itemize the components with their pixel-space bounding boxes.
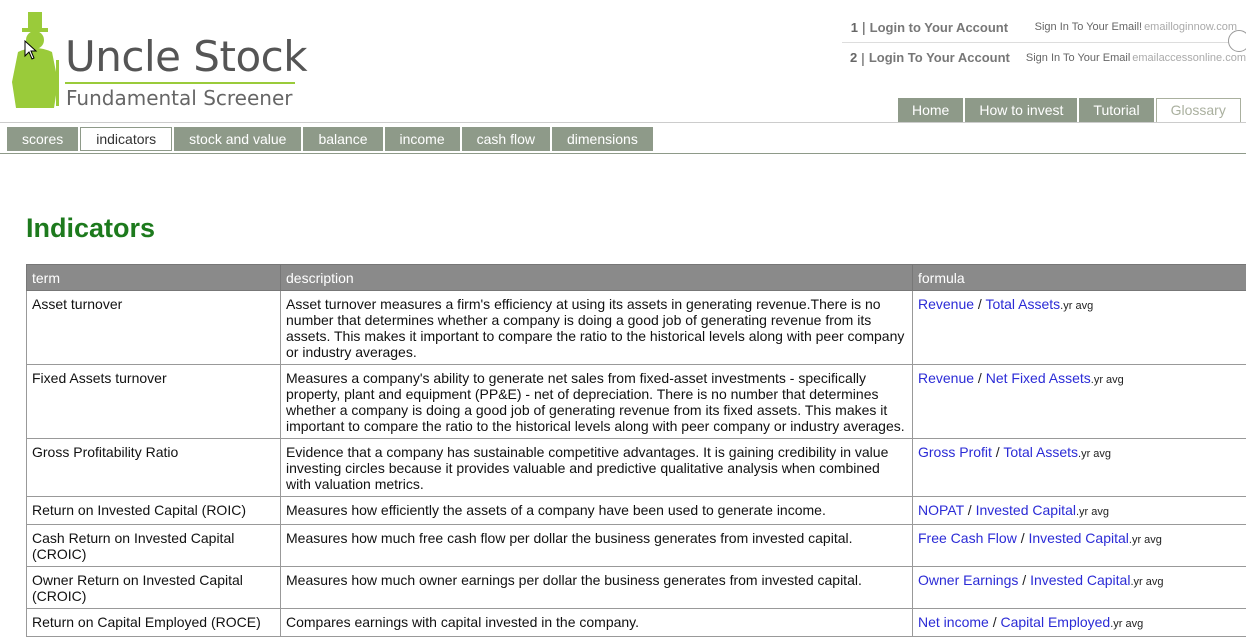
- ad-divider: |: [861, 49, 865, 66]
- ad-url[interactable]: emailaccessonline.com: [1132, 52, 1246, 64]
- page: Uncle Stock Fundamental Screener 1 | Log…: [0, 0, 1246, 644]
- formula-numerator-link[interactable]: Gross Profit: [918, 444, 992, 460]
- ad-number: 1: [850, 19, 858, 35]
- column-header-description: description: [280, 264, 913, 291]
- sub-tab-indicators[interactable]: indicators: [80, 127, 173, 151]
- formula-operator: /: [991, 444, 1004, 460]
- mouse-cursor-icon: [24, 40, 38, 60]
- description-cell: Measures how much free cash flow per dol…: [280, 524, 913, 567]
- formula-operator: /: [1016, 530, 1029, 546]
- formula-operator: /: [974, 370, 986, 386]
- formula-numerator-link[interactable]: Revenue: [918, 296, 974, 312]
- term-cell: Owner Return on Invested Capital (CROIC): [26, 566, 281, 609]
- ad-divider: |: [862, 19, 866, 35]
- formula-numerator-link[interactable]: Free Cash Flow: [918, 530, 1017, 546]
- ad-choices-icon[interactable]: [1228, 30, 1246, 52]
- column-header-formula: formula: [912, 264, 1246, 291]
- column-header-term: term: [26, 264, 281, 291]
- formula-denominator-link[interactable]: Invested Capital: [1028, 530, 1128, 546]
- ad-link[interactable]: Login to Your Account: [870, 20, 1023, 35]
- formula-suffix: .yr avg: [1075, 506, 1109, 518]
- top-hat-gentleman-icon: [12, 12, 59, 108]
- sub-tab-cash-flow[interactable]: cash flow: [461, 127, 550, 151]
- description-cell: Evidence that a company has sustainable …: [280, 438, 913, 497]
- site-logo[interactable]: Uncle Stock Fundamental Screener: [8, 10, 308, 110]
- table-row: Gross Profitability Ratio Evidence that …: [26, 438, 1246, 497]
- formula-cell: Free Cash Flow / Invested Capital.yr avg: [912, 524, 1246, 567]
- page-title: Indicators: [26, 213, 156, 243]
- description-cell: Measures a company's ability to generate…: [280, 364, 913, 439]
- formula-operator: /: [963, 502, 976, 518]
- sub-tab-dimensions[interactable]: dimensions: [552, 127, 653, 151]
- formula-denominator-link[interactable]: Total Assets: [985, 296, 1060, 312]
- logo-title: Uncle Stock: [65, 32, 308, 81]
- ad-link[interactable]: Login To Your Account: [869, 50, 1014, 65]
- formula-cell: Revenue / Total Assets.yr avg: [912, 290, 1246, 365]
- term-cell: Gross Profitability Ratio: [26, 438, 281, 497]
- term-cell: Asset turnover: [26, 290, 281, 365]
- sub-nav-divider: [0, 153, 1246, 154]
- logo-subtitle: Fundamental Screener: [66, 86, 293, 110]
- term-cell: Return on Capital Employed (ROCE): [26, 608, 281, 637]
- formula-suffix: .yr avg: [1090, 374, 1124, 386]
- description-cell: Measures how efficiently the assets of a…: [280, 496, 913, 525]
- ad-description: Sign In To Your Email: [1025, 51, 1131, 64]
- main-tab-how-to-invest[interactable]: How to invest: [965, 98, 1078, 122]
- description-cell: Compares earnings with capital invested …: [280, 608, 913, 637]
- formula-numerator-link[interactable]: Net income: [918, 614, 989, 630]
- formula-numerator-link[interactable]: NOPAT: [918, 502, 964, 518]
- formula-denominator-link[interactable]: Net Fixed Assets: [986, 370, 1091, 386]
- formula-denominator-link[interactable]: Invested Capital: [1030, 572, 1130, 588]
- table-row: Asset turnover Asset turnover measures a…: [26, 290, 1246, 365]
- table-row: Return on Invested Capital (ROIC) Measur…: [26, 496, 1246, 525]
- formula-numerator-link[interactable]: Revenue: [918, 370, 974, 386]
- formula-cell: Net income / Capital Employed.yr avg: [912, 608, 1246, 637]
- formula-numerator-link[interactable]: Owner Earnings: [918, 572, 1018, 588]
- formula-cell: Gross Profit / Total Assets.yr avg: [912, 438, 1246, 497]
- table-header-row: term description formula: [26, 264, 1246, 291]
- description-cell: Asset turnover measures a firm's efficie…: [280, 290, 913, 365]
- table-row: Return on Capital Employed (ROCE) Compar…: [26, 608, 1246, 637]
- description-cell: Measures how much owner earnings per dol…: [280, 566, 913, 609]
- formula-operator: /: [974, 296, 986, 312]
- sub-tab-scores[interactable]: scores: [7, 127, 79, 151]
- formula-denominator-link[interactable]: Total Assets: [1003, 444, 1078, 460]
- sub-tab-income[interactable]: income: [384, 127, 460, 151]
- indicators-table: term description formula Asset turnover …: [26, 264, 1246, 637]
- formula-denominator-link[interactable]: Capital Employed: [1000, 614, 1110, 630]
- ad-url[interactable]: emailloginnow.com: [1144, 21, 1237, 33]
- formula-suffix: .yr avg: [1110, 618, 1144, 630]
- main-tab-tutorial[interactable]: Tutorial: [1079, 98, 1154, 122]
- ad-row[interactable]: 1 | Login to Your Account Sign In To You…: [842, 12, 1246, 42]
- formula-operator: /: [1018, 572, 1031, 588]
- sponsored-links: 1 | Login to Your Account Sign In To You…: [842, 12, 1246, 72]
- formula-suffix: .yr avg: [1128, 534, 1162, 546]
- main-tab-glossary[interactable]: Glossary: [1155, 98, 1241, 122]
- sub-tab-balance[interactable]: balance: [303, 127, 383, 151]
- formula-operator: /: [988, 614, 1001, 630]
- logo-underline: [65, 82, 295, 84]
- main-nav-divider: [0, 122, 1246, 123]
- sub-tab-stock-and-value[interactable]: stock and value: [174, 127, 302, 151]
- table-row: Fixed Assets turnover Measures a company…: [26, 364, 1246, 439]
- ad-row[interactable]: 2 | Login To Your Account Sign In To You…: [842, 42, 1246, 72]
- term-cell: Fixed Assets turnover: [26, 364, 281, 439]
- term-cell: Return on Invested Capital (ROIC): [26, 496, 281, 525]
- ad-description: Sign In To Your Email!: [1034, 21, 1143, 33]
- formula-cell: NOPAT / Invested Capital.yr avg: [912, 496, 1246, 525]
- glossary-sub-nav: scores indicators stock and value balanc…: [7, 127, 655, 151]
- formula-cell: Owner Earnings / Invested Capital.yr avg: [912, 566, 1246, 609]
- formula-suffix: .yr avg: [1060, 300, 1094, 312]
- term-cell: Cash Return on Invested Capital (CROIC): [26, 524, 281, 567]
- table-row: Cash Return on Invested Capital (CROIC) …: [26, 524, 1246, 567]
- formula-suffix: .yr avg: [1130, 576, 1164, 588]
- ad-number: 2: [849, 50, 858, 65]
- formula-denominator-link[interactable]: Invested Capital: [976, 502, 1076, 518]
- table-row: Owner Return on Invested Capital (CROIC)…: [26, 566, 1246, 609]
- main-nav: Home How to invest Tutorial Glossary: [898, 98, 1243, 122]
- formula-suffix: .yr avg: [1078, 448, 1112, 460]
- formula-cell: Revenue / Net Fixed Assets.yr avg: [912, 364, 1246, 439]
- main-tab-home[interactable]: Home: [898, 98, 964, 122]
